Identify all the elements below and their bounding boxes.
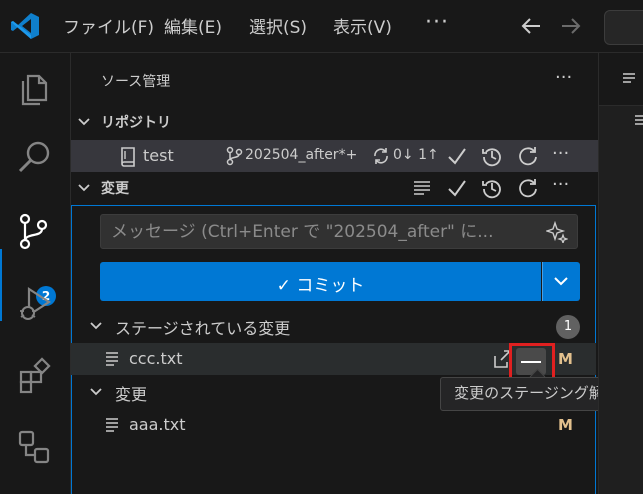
back-arrow-icon[interactable]	[520, 16, 542, 36]
repo-name: test	[143, 146, 174, 165]
changes-section-header[interactable]: 変更 ···	[71, 174, 598, 202]
repo-more-button[interactable]: ···	[552, 143, 569, 164]
active-indicator	[0, 249, 2, 321]
search-icon[interactable]	[15, 137, 55, 177]
check-icon[interactable]	[446, 177, 468, 199]
commit-button[interactable]: ✓ コミット	[100, 262, 541, 301]
editor-tab[interactable]	[599, 53, 643, 106]
changes-group-label: 変更	[115, 385, 148, 404]
commit-message-input[interactable]	[100, 214, 578, 249]
panel-title: ソース管理	[101, 74, 171, 90]
staged-changes-group[interactable]: ステージされている変更	[71, 311, 596, 341]
chevron-down-icon	[78, 118, 90, 126]
forward-arrow-icon[interactable]	[560, 16, 582, 36]
repo-branch[interactable]: 202504_after*+	[245, 147, 357, 163]
command-center[interactable]	[604, 10, 643, 45]
source-control-icon[interactable]	[15, 211, 55, 251]
changes-label: 変更	[101, 181, 129, 197]
chevron-down-icon	[90, 388, 102, 396]
extensions-icon[interactable]	[15, 357, 55, 397]
menu-file[interactable]: ファイル(F)	[63, 13, 154, 39]
repository-row[interactable]: test 202504_after*+ 0↓ 1↑ ···	[71, 140, 598, 172]
file-row-unstaged[interactable]: aaa.txt M	[71, 409, 596, 441]
menu-selection[interactable]: 選択(S)	[249, 13, 307, 39]
changes-more-button[interactable]: ···	[552, 174, 569, 195]
title-bar: ファイル(F) 編集(E) 選択(S) 表示(V) ···	[0, 0, 643, 53]
text-file-icon	[106, 418, 118, 432]
remote-explorer-icon[interactable]	[15, 427, 55, 467]
repositories-label: リポジトリ	[101, 115, 171, 131]
menu-more-button[interactable]: ···	[425, 10, 449, 35]
repositories-section-header[interactable]: リポジトリ	[71, 108, 598, 136]
source-control-sidebar: ソース管理 ··· リポジトリ test 202504_after*+ 0↓ 1…	[71, 53, 633, 494]
chevron-down-icon	[78, 184, 90, 192]
text-file-icon	[623, 73, 635, 83]
file-status: M	[558, 416, 573, 434]
text-file-icon	[106, 352, 118, 366]
history-icon[interactable]	[481, 177, 503, 199]
file-status: M	[558, 350, 573, 368]
menu-view[interactable]: 表示(V)	[333, 13, 392, 39]
menu-edit[interactable]: 編集(E)	[164, 13, 222, 39]
repo-icon	[121, 147, 135, 167]
sync-icon	[374, 148, 388, 164]
chevron-down-icon	[554, 277, 568, 286]
repo-sync-status[interactable]: 0↓ 1↑	[393, 147, 439, 163]
check-icon[interactable]	[446, 145, 468, 167]
sparkle-icon[interactable]	[546, 221, 568, 243]
outline-icon	[635, 115, 643, 125]
list-view-icon[interactable]	[411, 177, 433, 199]
refresh-icon[interactable]	[517, 145, 539, 167]
editor-area	[598, 53, 643, 494]
vscode-logo-icon[interactable]	[10, 12, 40, 40]
run-debug-icon[interactable]	[15, 283, 55, 323]
staged-changes-label: ステージされている変更	[115, 319, 291, 338]
files-icon[interactable]	[15, 67, 55, 107]
chevron-down-icon	[90, 322, 102, 330]
commit-button-label: ✓ コミット	[276, 276, 365, 296]
history-icon[interactable]	[481, 145, 503, 167]
activity-bar: 2	[0, 53, 71, 494]
git-branch-icon	[226, 146, 243, 166]
file-name: ccc.txt	[129, 349, 183, 368]
refresh-icon[interactable]	[517, 177, 539, 199]
staged-count-badge: 1	[556, 315, 580, 339]
panel-more-button[interactable]: ···	[555, 67, 572, 88]
file-name: aaa.txt	[129, 415, 186, 434]
commit-dropdown-button[interactable]	[542, 262, 580, 301]
